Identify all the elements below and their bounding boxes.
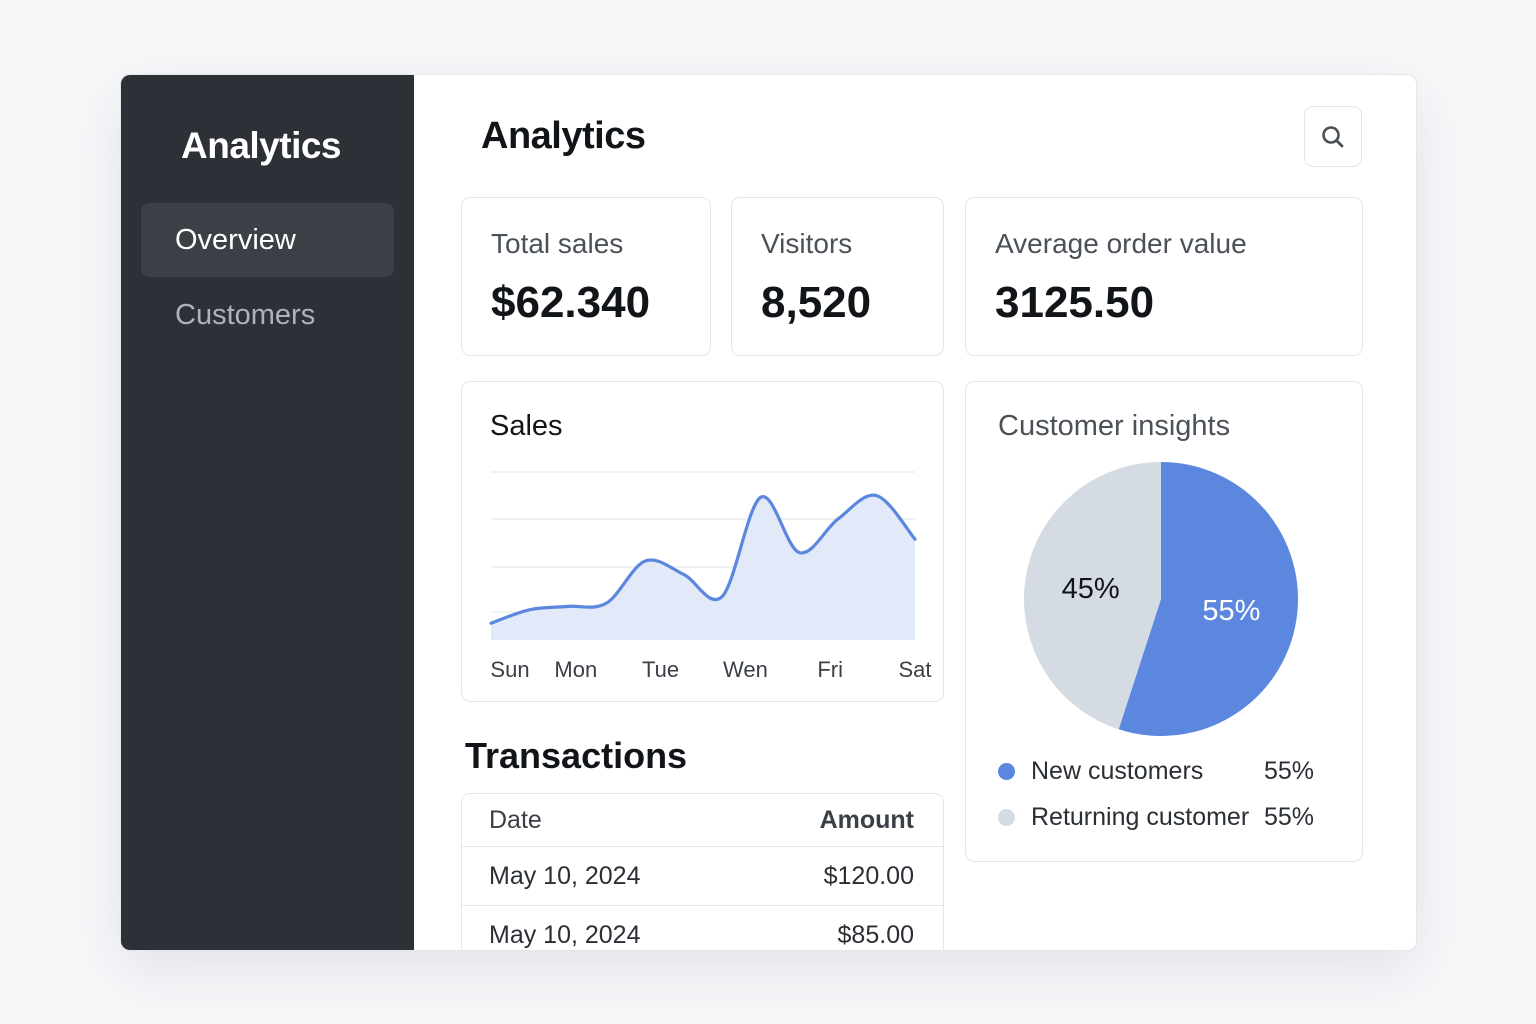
stat-label: Total sales (491, 228, 624, 259)
cell-amount: $85.00 (837, 921, 914, 949)
cell-date: May 10, 2024 (489, 861, 641, 890)
search-button[interactable] (1304, 106, 1362, 167)
stat-label: Average order value (995, 228, 1247, 259)
column-header-date: Date (489, 805, 542, 834)
main-content: Analytics Total sales $62.340 Visitors 8… (414, 75, 1416, 950)
x-tick-label: Sat (898, 657, 931, 682)
x-tick-label: Wen (723, 657, 768, 682)
pie-slice-label: 55% (1202, 595, 1260, 627)
legend-label: Returning customer (1031, 803, 1250, 831)
stat-value: $62.340 (491, 278, 651, 327)
cell-amount: $120.00 (823, 861, 914, 890)
sidebar-item-customers[interactable]: Customers (141, 278, 394, 352)
legend-dot (998, 763, 1015, 780)
legend-dot (998, 809, 1015, 826)
sales-chart: Sun Mon Tue Wen Fri Sat (489, 471, 932, 682)
sales-chart-card: Sales Sun Mon Tue Wen Fri Sat (461, 381, 944, 702)
stat-card-total-sales: Total sales $62.340 (461, 197, 711, 356)
legend-item-new-customers: New customers (998, 757, 1203, 786)
stat-card-visitors: Visitors 8,520 (731, 197, 944, 356)
legend-percent: 55% (1264, 803, 1315, 831)
brand-title: Analytics (181, 125, 342, 166)
search-icon (1322, 125, 1344, 147)
customer-pie-chart: 55% 45% (1024, 462, 1298, 736)
sidebar-item-overview[interactable]: Overview (141, 203, 394, 277)
x-tick-label: Mon (554, 657, 597, 682)
table-row[interactable]: May 10, 2024 $85.00 (462, 906, 943, 950)
transactions-title: Transactions (465, 735, 688, 776)
transactions-table: Date Amount May 10, 2024 $120.00 May 10,… (461, 793, 944, 950)
legend-item-returning-customer: Returning customer (998, 803, 1249, 832)
cell-date: May 10, 2024 (489, 921, 641, 949)
stat-value: 8,520 (761, 278, 872, 327)
sidebar: Analytics Overview Customers (121, 75, 414, 950)
stat-card-average-order-value: Average order value 3125.50 (965, 197, 1363, 356)
table-header: Date Amount (462, 794, 943, 847)
x-tick-label: Sun (490, 657, 529, 682)
pie-slice-label: 45% (1062, 573, 1120, 605)
x-tick-label: Tue (642, 657, 679, 682)
legend-percent: 55% (1264, 757, 1315, 785)
stat-label: Visitors (761, 228, 853, 259)
page-title: Analytics (481, 115, 646, 157)
column-header-amount: Amount (819, 805, 914, 834)
table-row[interactable]: May 10, 2024 $120.00 (462, 847, 943, 906)
stat-value: 3125.50 (995, 278, 1155, 327)
x-tick-label: Fri (817, 657, 843, 682)
customer-insights-card: Customer insights 55% 45% New customers 5… (965, 381, 1363, 862)
legend-label: New customers (1031, 757, 1204, 785)
app-window: Analytics Overview Customers Analytics T… (120, 74, 1417, 951)
